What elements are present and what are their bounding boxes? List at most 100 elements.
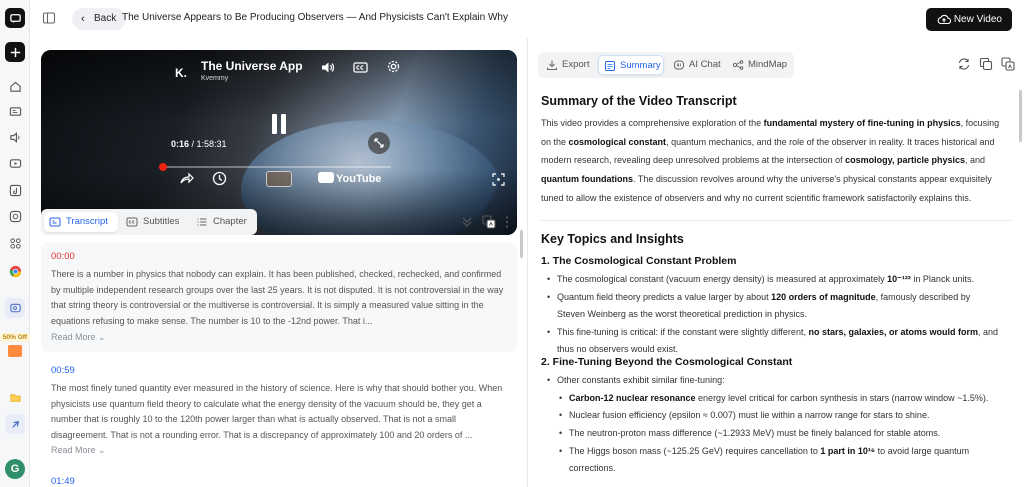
rocket-icon[interactable] [5, 414, 25, 434]
bullet-item: The neutron-proton mass difference (~1.2… [559, 425, 1011, 442]
left-panel: K. The Universe Appe Kvemmy 0:16 / 1:58:… [30, 38, 527, 487]
bullet-bold: 1 part in 10¹⁶ [820, 446, 876, 456]
left-rail: 50% Off G [0, 0, 30, 487]
topics-heading: Key Topics and Insights [541, 232, 684, 246]
list-icon [197, 218, 207, 226]
transcript-segment[interactable]: 00:00 There is a number in physics that … [41, 242, 517, 352]
copy-icon[interactable] [979, 57, 993, 71]
user-avatar[interactable]: G [5, 459, 25, 479]
sidebar-toggle-icon[interactable] [42, 11, 56, 25]
thumbnail-button[interactable] [266, 171, 292, 187]
apps-grid-icon[interactable] [5, 233, 25, 253]
tab-ai-chat[interactable]: AI Chat [668, 55, 724, 75]
summary-paragraph: This video provides a comprehensive expl… [541, 114, 1011, 208]
instagram-icon[interactable] [5, 206, 25, 226]
home-icon[interactable] [5, 76, 25, 96]
bullet-text: The Higgs boson mass (~125.25 GeV) requi… [569, 446, 821, 456]
youtube-logo[interactable]: YouTube [318, 172, 381, 185]
bullet-item: The cosmological constant (vacuum energy… [547, 271, 1011, 288]
segment-text: The most finely tuned quantity ever meas… [51, 383, 503, 440]
tab-mindmap-label: MindMap [748, 59, 788, 70]
bullet-item: Carbon-12 nuclear resonance energy level… [559, 390, 1011, 407]
more-options-icon[interactable] [504, 214, 512, 230]
video-player[interactable]: K. The Universe Appe Kvemmy 0:16 / 1:58:… [41, 50, 517, 235]
video-shade [41, 50, 517, 235]
bullet-text: This fine-tuning is critical: if the con… [557, 327, 809, 337]
bullet-bold: no stars, galaxies, or atoms would form [808, 327, 978, 337]
current-time: 0:16 [171, 139, 190, 149]
summary-bold: cosmological constant [568, 136, 667, 147]
transcript-segment[interactable]: 01:49 [41, 468, 517, 487]
tab-transcript-label: Transcript [66, 216, 108, 227]
video-icon[interactable] [5, 153, 25, 173]
video-channel: Kvemmy [201, 75, 229, 82]
summary-heading: Summary of the Video Transcript [541, 94, 737, 108]
summary-text: , and [965, 155, 986, 166]
read-more-link[interactable]: Read More ⌄ [51, 445, 106, 456]
bullet-item: The Higgs boson mass (~125.25 GeV) requi… [559, 443, 989, 476]
video-time: 0:16 / 1:58:31 [171, 139, 227, 149]
volume-icon[interactable] [320, 60, 335, 80]
cloud-upload-icon [937, 14, 951, 25]
youtube-label: YouTube [336, 173, 382, 185]
new-video-button[interactable]: New Video [926, 8, 1012, 31]
share-icon[interactable] [179, 171, 194, 191]
tab-subtitles[interactable]: Subtitles [121, 212, 189, 232]
channel-logo: K. [175, 66, 187, 80]
cc-icon[interactable] [353, 60, 368, 80]
video-title: The Universe Appe [201, 59, 303, 73]
top-bar: ‹ Back The Universe Appears to Be Produc… [30, 0, 1024, 38]
bullet-item: This fine-tuning is critical: if the con… [547, 324, 1007, 357]
gift-icon [8, 345, 22, 357]
tab-subtitles-label: Subtitles [143, 216, 180, 227]
speaker-icon[interactable] [5, 127, 25, 147]
tab-chapter[interactable]: Chapter [191, 212, 253, 232]
bullet-item: Other constants exhibit similar fine-tun… [547, 372, 1011, 389]
bullet-item: Nuclear fusion efficiency (epsilon ≈ 0.0… [559, 407, 1011, 424]
tab-transcript[interactable]: Transcript [44, 212, 118, 232]
app-logo-icon[interactable] [5, 8, 25, 28]
chat-summary-icon[interactable] [5, 298, 25, 318]
summary-scrollbar[interactable] [1019, 90, 1022, 142]
segment-timestamp[interactable]: 00:00 [51, 251, 75, 262]
summary-bold: fundamental mystery of fine-tuning in ph… [763, 118, 961, 128]
watch-later-icon[interactable] [212, 171, 227, 191]
translate-icon[interactable] [482, 214, 496, 230]
bullet-text: The cosmological constant (vacuum energy… [557, 274, 888, 284]
plus-icon[interactable] [5, 42, 25, 62]
youtube-play-icon [318, 172, 334, 183]
summary-tabs: Export Summary AI Chat MindMap [538, 52, 794, 78]
ai-chat-icon [674, 60, 684, 70]
bullet-bold: 10⁻¹²² [887, 274, 911, 284]
folder-icon[interactable] [5, 387, 25, 407]
captions-icon[interactable] [5, 101, 25, 121]
expand-icon[interactable] [368, 132, 390, 154]
bullet-item: Quantum field theory predicts a value la… [547, 289, 987, 322]
tab-summary[interactable]: Summary [598, 55, 664, 75]
right-panel: Export Summary AI Chat MindMap Summary o… [528, 38, 1024, 487]
new-video-label: New Video [953, 14, 1002, 25]
tiktok-icon[interactable] [5, 180, 25, 200]
segment-timestamp[interactable]: 01:49 [51, 476, 75, 487]
chevron-down-icon: ⌄ [98, 332, 106, 342]
settings-gear-icon[interactable] [386, 59, 401, 79]
collapse-chevrons-icon[interactable] [460, 214, 474, 230]
read-more-label: Read More [51, 332, 96, 342]
back-button[interactable]: ‹ Back [72, 8, 127, 30]
segment-text: There is a number in physics that nobody… [51, 269, 504, 326]
transcript-segment[interactable]: 00:59 The most finely tuned quantity eve… [41, 356, 517, 456]
tab-mindmap[interactable]: MindMap [727, 55, 791, 75]
promo-badge[interactable]: 50% Off [0, 333, 30, 357]
promo-label: 50% Off [0, 333, 30, 342]
chrome-icon[interactable] [5, 261, 25, 281]
screenshot-icon[interactable] [491, 172, 506, 192]
video-progress-bar[interactable] [159, 163, 391, 171]
tab-export[interactable]: Export [541, 55, 595, 75]
translate-icon[interactable] [1001, 57, 1015, 71]
pause-icon[interactable] [269, 114, 289, 136]
refresh-icon[interactable] [957, 57, 971, 71]
segment-timestamp[interactable]: 00:59 [51, 365, 75, 376]
transcript-scrollbar[interactable] [520, 230, 523, 258]
download-icon [547, 60, 557, 70]
read-more-link[interactable]: Read More ⌄ [51, 332, 106, 343]
